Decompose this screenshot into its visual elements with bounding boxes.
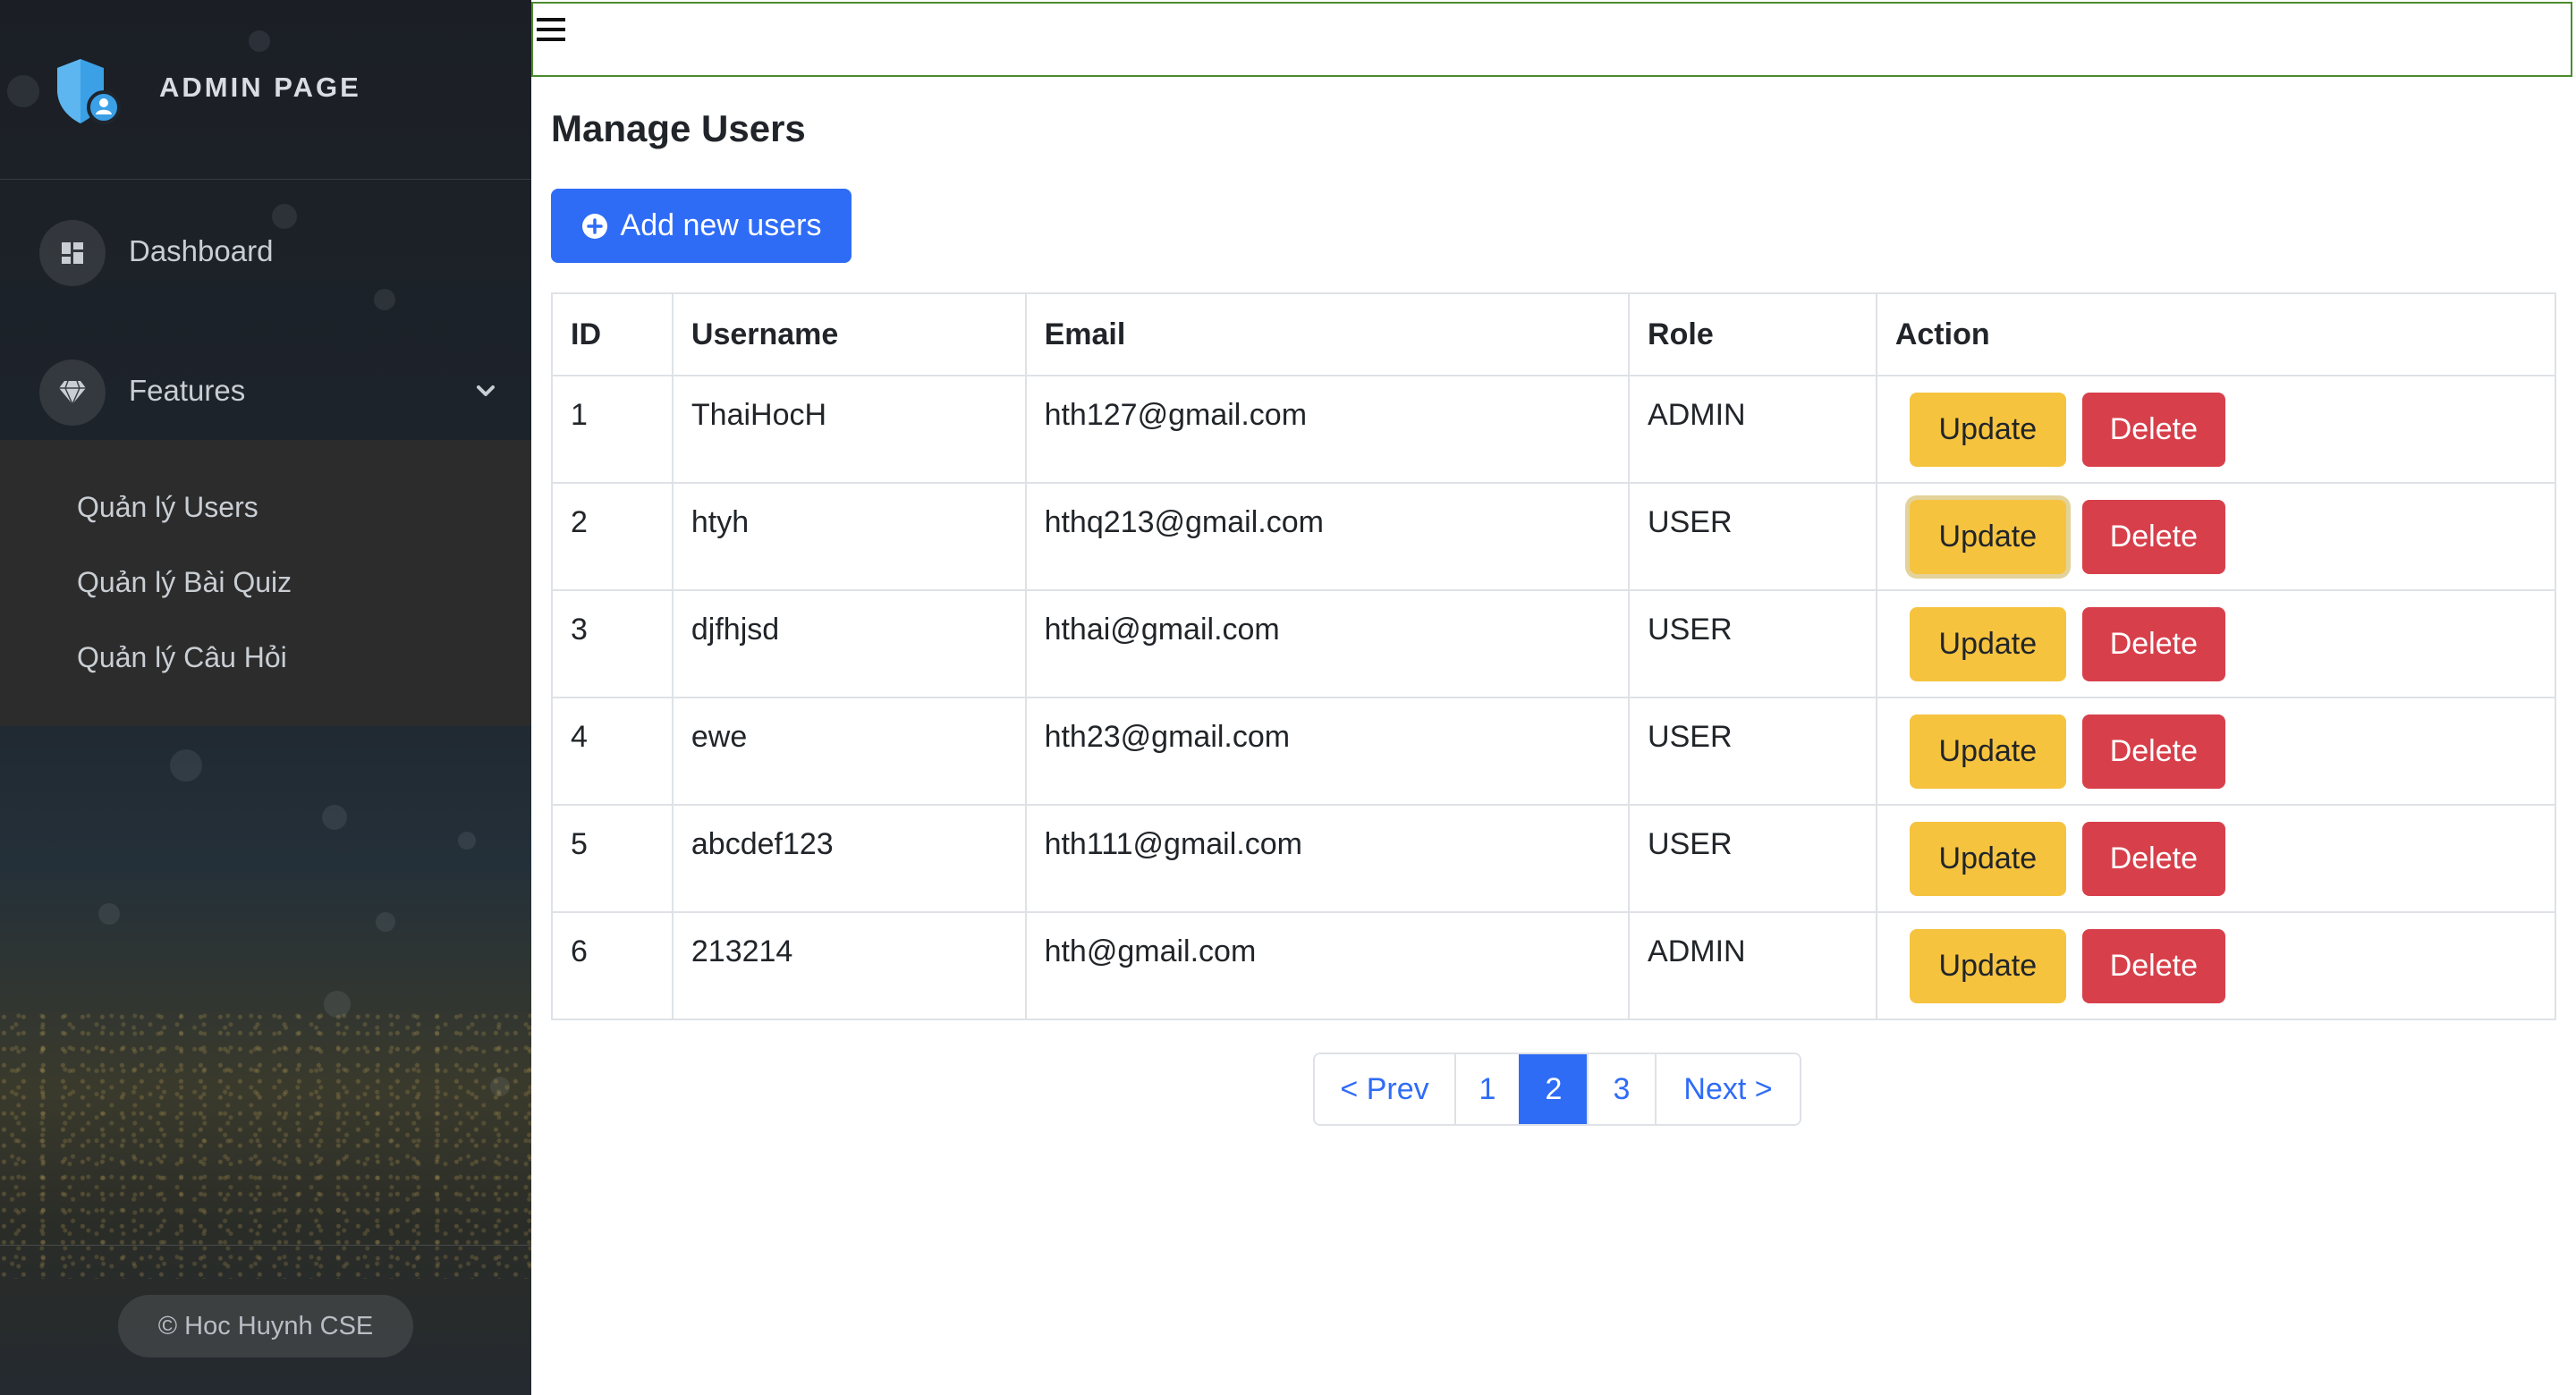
brand-header: ADMIN PAGE <box>0 0 531 180</box>
cell-action: Update Delete <box>1875 911 2557 1020</box>
table-row: 1 ThaiHocH hth127@gmail.com ADMIN Update… <box>551 375 2557 484</box>
hamburger-menu-icon[interactable] <box>537 16 565 43</box>
submenu-item-users[interactable]: Quản lý Users <box>77 491 258 524</box>
footer-credit[interactable]: © Hoc Huynh CSE <box>118 1295 413 1357</box>
sidebar: ADMIN PAGE Dashboard Features Quản lý Us… <box>0 0 531 1395</box>
diamond-icon-wrap <box>39 359 106 426</box>
cell-id: 2 <box>551 482 674 591</box>
cell-role: ADMIN <box>1628 911 1877 1020</box>
add-new-users-label: Add new users <box>620 208 822 242</box>
dashboard-icon <box>62 242 83 264</box>
pagination-prev[interactable]: < Prev <box>1315 1054 1454 1124</box>
cell-email: hthai@gmail.com <box>1024 589 1631 698</box>
table-row: 6 213214 hth@gmail.com ADMIN Update Delet… <box>551 911 2557 1020</box>
cell-email: hth111@gmail.com <box>1024 804 1631 913</box>
cell-id: 1 <box>551 375 674 484</box>
table-header-row: ID Username Email Role Action <box>551 292 2557 376</box>
submenu-item-quiz[interactable]: Quản lý Bài Quiz <box>77 566 292 599</box>
pagination-next[interactable]: Next > <box>1655 1054 1800 1124</box>
cell-action: Update Delete <box>1875 804 2557 913</box>
users-table: ID Username Email Role Action 1 ThaiHocH… <box>551 292 2557 1020</box>
column-header-action: Action <box>1875 292 2557 376</box>
cell-action: Update Delete <box>1875 697 2557 806</box>
diamond-icon <box>59 380 86 405</box>
chevron-down-icon[interactable] <box>472 377 499 404</box>
table-row: 4 ewe hth23@gmail.com USER Update Delete <box>551 697 2557 806</box>
cell-id: 3 <box>551 589 674 698</box>
top-bar <box>531 2 2572 77</box>
submenu-item-questions[interactable]: Quản lý Câu Hỏi <box>77 641 287 674</box>
pagination: < Prev 1 2 3 Next > <box>1313 1053 1801 1126</box>
cell-username: ThaiHocH <box>671 375 1027 484</box>
pagination-page-2[interactable]: 2 <box>1519 1054 1587 1124</box>
delete-button[interactable]: Delete <box>2081 822 2225 896</box>
cell-role: USER <box>1628 482 1877 591</box>
pagination-page-3[interactable]: 3 <box>1587 1054 1655 1124</box>
cell-email: hth127@gmail.com <box>1024 375 1631 484</box>
dashboard-icon-wrap <box>39 220 106 286</box>
update-button[interactable]: Update <box>1909 607 2066 681</box>
cell-action: Update Delete <box>1875 482 2557 591</box>
update-button[interactable]: Update <box>1909 929 2066 1003</box>
cell-id: 5 <box>551 804 674 913</box>
update-button[interactable]: Update <box>1909 393 2066 467</box>
brand-title: ADMIN PAGE <box>159 72 361 103</box>
cell-username: djfhjsd <box>671 589 1027 698</box>
table-row: 2 htyh hthq213@gmail.com USER Update Dele… <box>551 482 2557 591</box>
cell-username: abcdef123 <box>671 804 1027 913</box>
add-new-users-button[interactable]: Add new users <box>551 189 852 263</box>
delete-button[interactable]: Delete <box>2081 607 2225 681</box>
shield-user-icon <box>57 59 121 124</box>
cell-role: USER <box>1628 589 1877 698</box>
cell-role: USER <box>1628 804 1877 913</box>
page-title: Manage Users <box>551 107 806 149</box>
cell-username: ewe <box>671 697 1027 806</box>
cell-role: USER <box>1628 697 1877 806</box>
table-row: 5 abcdef123 hth111@gmail.com USER Update… <box>551 804 2557 913</box>
cell-action: Update Delete <box>1875 589 2557 698</box>
table-row: 3 djfhjsd hthai@gmail.com USER Update Del… <box>551 589 2557 698</box>
bokeh-decoration <box>98 903 120 925</box>
sidebar-item-label: Features <box>129 374 246 407</box>
bokeh-decoration <box>376 912 395 932</box>
cell-email: hthq213@gmail.com <box>1024 482 1631 591</box>
pagination-page-1[interactable]: 1 <box>1454 1054 1519 1124</box>
update-button[interactable]: Update <box>1909 500 2066 574</box>
cell-id: 4 <box>551 697 674 806</box>
cell-action: Update Delete <box>1875 375 2557 484</box>
cell-email: hth@gmail.com <box>1024 911 1631 1020</box>
delete-button[interactable]: Delete <box>2081 929 2225 1003</box>
column-header-id: ID <box>551 292 674 376</box>
delete-button[interactable]: Delete <box>2081 393 2225 467</box>
update-button[interactable]: Update <box>1909 714 2066 789</box>
cell-username: 213214 <box>671 911 1027 1020</box>
update-button[interactable]: Update <box>1909 822 2066 896</box>
cell-role: ADMIN <box>1628 375 1877 484</box>
cell-username: htyh <box>671 482 1027 591</box>
footer-divider <box>0 1245 531 1246</box>
column-header-role: Role <box>1628 292 1877 376</box>
bokeh-decoration <box>458 832 476 850</box>
sidebar-item-features[interactable]: Features <box>0 340 531 438</box>
glitter-decoration <box>0 1010 531 1279</box>
sidebar-item-label: Dashboard <box>129 234 274 267</box>
delete-button[interactable]: Delete <box>2081 500 2225 574</box>
plus-circle-icon <box>581 213 607 239</box>
column-header-email: Email <box>1024 292 1631 376</box>
sidebar-item-dashboard[interactable]: Dashboard <box>0 200 531 299</box>
delete-button[interactable]: Delete <box>2081 714 2225 789</box>
bokeh-decoration <box>322 805 347 830</box>
bokeh-decoration <box>170 749 202 782</box>
cell-email: hth23@gmail.com <box>1024 697 1631 806</box>
cell-id: 6 <box>551 911 674 1020</box>
features-submenu: Quản lý Users Quản lý Bài Quiz Quản lý C… <box>0 440 531 726</box>
column-header-username: Username <box>671 292 1027 376</box>
